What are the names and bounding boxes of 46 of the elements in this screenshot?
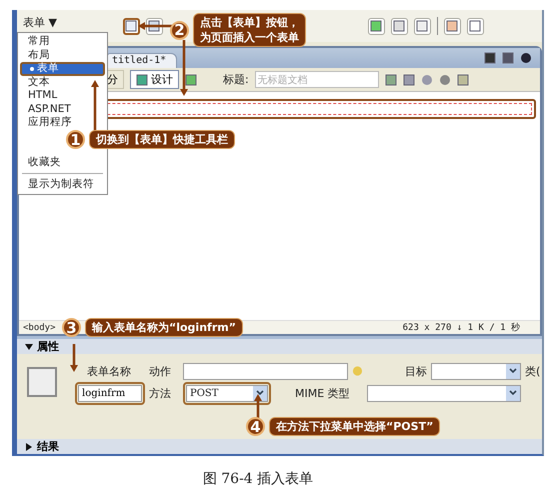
menu-item[interactable]: 应用程序 <box>20 116 105 130</box>
menu-item[interactable]: 表单 <box>20 62 105 76</box>
menu-item[interactable]: 布局 <box>20 48 105 62</box>
form-button[interactable] <box>122 18 140 34</box>
form-name-label: 表单名称 <box>86 364 132 378</box>
results-header[interactable]: 结果 <box>17 439 542 454</box>
form-name-field[interactable]: loginfrm <box>78 384 142 402</box>
method-select[interactable]: POST <box>186 384 268 402</box>
panel-title: 结果 <box>37 439 59 454</box>
arrow <box>70 344 78 372</box>
menu-item[interactable]: 常用 <box>20 35 105 48</box>
figure-caption: 图 76-4 插入表单 <box>202 470 314 488</box>
class-label: 类( <box>525 364 542 378</box>
menu-item[interactable]: 收藏夹 <box>20 156 105 169</box>
category-label[interactable]: 表单 ▼ <box>23 15 57 30</box>
target-select[interactable] <box>431 362 521 380</box>
menu-item[interactable]: ASP.NET <box>20 102 105 116</box>
file-field-button[interactable] <box>414 18 431 34</box>
bullet-icon <box>30 66 34 71</box>
list-button[interactable] <box>368 18 385 34</box>
tag-selector[interactable]: <body> <box>23 322 56 332</box>
mime-type-select[interactable] <box>367 384 521 402</box>
target-label: 目标 <box>404 364 427 378</box>
chevron-icon <box>253 386 267 400</box>
action-label: 动作 <box>149 364 172 378</box>
label-button[interactable] <box>444 18 461 34</box>
title-label: 标题: <box>223 72 249 87</box>
view-button[interactable]: 设计 <box>130 70 179 89</box>
chevron-icon <box>506 364 520 378</box>
fieldset-button[interactable] <box>466 18 484 34</box>
properties-header[interactable]: 属性 <box>17 339 542 354</box>
panel-title: 属性 <box>37 339 59 354</box>
mime-type-label: MIME 类型 <box>295 386 350 400</box>
menu-item[interactable]: 显示为制表符 <box>20 178 105 192</box>
action-field[interactable] <box>183 362 348 380</box>
window-size: 623 x 270 ↓ 1 K / 1 秒 <box>402 322 520 334</box>
arrow <box>180 40 188 96</box>
menu-item[interactable]: HTML <box>20 89 105 102</box>
document-tab[interactable]: titled-1* <box>107 53 178 68</box>
callout-text: 在方法下拉菜单中选择“POST” <box>269 417 440 436</box>
callout-text: 切换到【表单】快捷工具栏 <box>89 130 235 149</box>
chevron-icon <box>506 386 520 400</box>
callout-text: 输入表单名称为“loginfrm” <box>85 318 243 337</box>
image-field-button[interactable] <box>390 18 408 34</box>
callout-text: 点击【表单】按钮， 为页面插入一个表单 <box>193 13 306 47</box>
method-label: 方法 <box>149 386 172 400</box>
